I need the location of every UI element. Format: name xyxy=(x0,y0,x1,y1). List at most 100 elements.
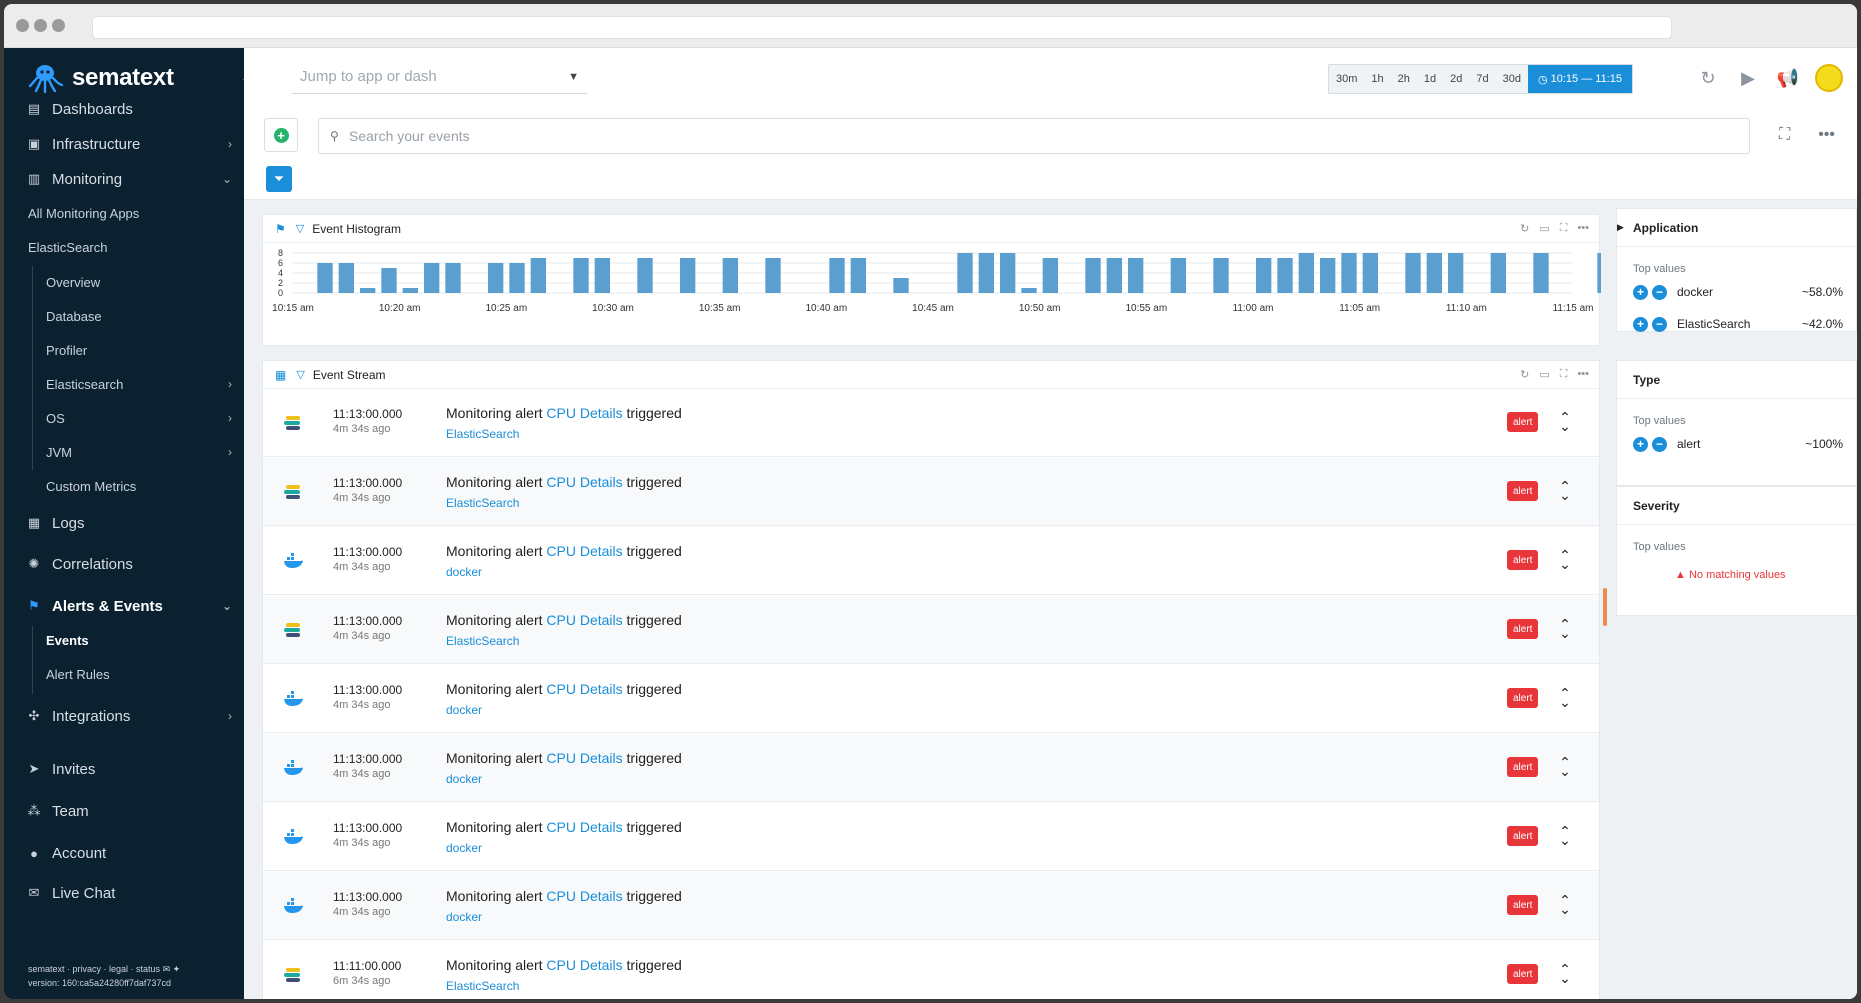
nav-invites[interactable]: ➤ Invites xyxy=(4,751,244,787)
histogram-bar[interactable] xyxy=(957,253,973,293)
event-title-link[interactable]: CPU Details xyxy=(546,543,622,559)
exclude-icon[interactable]: − xyxy=(1652,436,1667,452)
expand-row-icon[interactable]: ⌃ ⌄ xyxy=(1559,548,1571,571)
add-event-button[interactable]: + xyxy=(264,118,298,152)
include-icon[interactable]: + xyxy=(1633,436,1648,452)
expand-row-icon[interactable]: ⌃ ⌄ xyxy=(1559,755,1571,778)
histogram-bar[interactable] xyxy=(445,263,461,293)
minimize-icon[interactable]: ▭ xyxy=(1539,222,1549,235)
sidebar-item-database[interactable]: Database xyxy=(46,303,102,329)
play-icon[interactable]: ▶ xyxy=(1735,65,1761,91)
fullscreen-icon[interactable]: ⛶ xyxy=(1779,126,1790,144)
histogram-bar[interactable] xyxy=(1426,253,1443,293)
nav-logs[interactable]: ▦ Logs xyxy=(4,505,244,541)
nav-monitoring[interactable]: ▥ Monitoring ⌄ xyxy=(4,161,244,197)
include-icon[interactable]: + xyxy=(1633,316,1648,332)
event-title-link[interactable]: CPU Details xyxy=(546,819,622,835)
time-range-custom[interactable]: ◷ 10:15 — 11:15 xyxy=(1528,65,1632,93)
histogram-bar[interactable] xyxy=(317,263,333,293)
facet-header[interactable]: Severity xyxy=(1617,487,1856,525)
event-title-link[interactable]: CPU Details xyxy=(546,750,622,766)
event-app-link[interactable]: docker xyxy=(446,772,482,786)
expand-row-icon[interactable]: ⌃ ⌄ xyxy=(1559,410,1571,433)
more-icon[interactable]: ••• xyxy=(1818,126,1835,144)
facet-value-name[interactable]: alert xyxy=(1677,437,1700,451)
histogram-bar[interactable] xyxy=(722,258,739,293)
window-close-dot[interactable] xyxy=(16,19,29,32)
time-range-2d[interactable]: 2d xyxy=(1443,65,1469,93)
table-row[interactable]: 11:13:00.000 4m 34s ago Monitoring alert C… xyxy=(263,389,1599,457)
histogram-bar[interactable] xyxy=(1490,253,1507,293)
event-app-link[interactable]: ElasticSearch xyxy=(446,427,519,441)
table-row[interactable]: 11:13:00.000 4m 34s ago Monitoring alert C… xyxy=(263,872,1599,940)
window-maximize-dot[interactable] xyxy=(52,19,65,32)
filter-icon[interactable]: ▽ xyxy=(296,368,304,381)
event-title-link[interactable]: CPU Details xyxy=(546,405,622,421)
expand-row-icon[interactable]: ⌃ ⌄ xyxy=(1559,824,1571,847)
search-input[interactable]: ⚲ Search your events xyxy=(318,118,1750,154)
sidebar-item-custom-metrics[interactable]: Custom Metrics xyxy=(46,473,136,499)
histogram-bar[interactable] xyxy=(1597,253,1601,293)
nav-dashboards[interactable]: ▤ Dashboards xyxy=(4,91,244,127)
facet-value-name[interactable]: docker xyxy=(1677,285,1713,299)
histogram-bar[interactable] xyxy=(1127,258,1144,293)
twitter-icon[interactable]: ✦ xyxy=(173,964,181,974)
histogram-bar[interactable] xyxy=(893,278,909,293)
facet-header[interactable]: Type xyxy=(1617,361,1856,399)
table-row[interactable]: 11:13:00.000 4m 34s ago Monitoring alert C… xyxy=(263,527,1599,595)
histogram-bar[interactable] xyxy=(765,258,781,293)
event-title-link[interactable]: CPU Details xyxy=(546,474,622,490)
histogram-bar[interactable] xyxy=(1021,288,1037,293)
megaphone-icon[interactable]: 📢 xyxy=(1775,65,1801,91)
email-icon[interactable]: ✉ xyxy=(163,964,171,974)
sidebar-item-events[interactable]: Events xyxy=(46,627,89,653)
address-bar[interactable] xyxy=(92,16,1672,39)
event-app-link[interactable]: ElasticSearch xyxy=(446,634,519,648)
sidebar-item-elasticsearch[interactable]: Elasticsearch › xyxy=(46,371,244,397)
facet-header[interactable]: ▶ Application xyxy=(1617,209,1856,247)
expand-row-icon[interactable]: ⌃ ⌄ xyxy=(1559,479,1571,502)
time-range-2h[interactable]: 2h xyxy=(1391,65,1417,93)
event-title-link[interactable]: CPU Details xyxy=(546,681,622,697)
event-title-link[interactable]: CPU Details xyxy=(546,612,622,628)
histogram-bar[interactable] xyxy=(1341,253,1357,293)
histogram-bar[interactable] xyxy=(1106,258,1123,293)
avatar[interactable] xyxy=(1815,64,1843,92)
expand-row-icon[interactable]: ⌃ ⌄ xyxy=(1559,617,1571,640)
exclude-icon[interactable]: − xyxy=(1652,316,1667,332)
sidebar-item-os[interactable]: OS › xyxy=(46,405,244,431)
histogram-bar[interactable] xyxy=(978,253,995,293)
minimize-icon[interactable]: ▭ xyxy=(1539,368,1549,381)
footer-links[interactable]: sematext · privacy · legal · status ✉ ✦ xyxy=(28,962,180,976)
add-filter-button[interactable]: ⏷ xyxy=(266,166,292,192)
exclude-icon[interactable]: − xyxy=(1652,284,1667,300)
nav-team[interactable]: ⁂ Team xyxy=(4,793,244,829)
sidebar-item-profiler[interactable]: Profiler xyxy=(46,337,87,363)
histogram-bar[interactable] xyxy=(1170,258,1187,293)
refresh-icon[interactable]: ↻ xyxy=(1695,65,1721,91)
table-row[interactable]: 11:13:00.000 4m 34s ago Monitoring alert C… xyxy=(263,596,1599,664)
histogram-bar[interactable] xyxy=(1255,258,1272,293)
sidebar-item-all-monitoring-apps[interactable]: All Monitoring Apps xyxy=(28,200,139,226)
histogram-bar[interactable] xyxy=(573,258,589,293)
event-app-link[interactable]: docker xyxy=(446,910,482,924)
refresh-icon[interactable]: ↻ xyxy=(1520,368,1529,381)
histogram-bar[interactable] xyxy=(829,258,845,293)
table-row[interactable]: 11:11:00.000 6m 34s ago Monitoring alert C… xyxy=(263,941,1599,999)
histogram-bar[interactable] xyxy=(509,263,525,293)
histogram-bar[interactable] xyxy=(999,253,1016,293)
histogram-bar[interactable] xyxy=(1533,253,1549,293)
nav-correlations[interactable]: ✺ Correlations xyxy=(4,546,244,582)
nav-integrations[interactable]: ✣ Integrations › xyxy=(4,698,244,734)
event-app-link[interactable]: ElasticSearch xyxy=(446,496,519,510)
histogram-bar[interactable] xyxy=(1362,253,1379,293)
histogram-bar[interactable] xyxy=(1085,258,1101,293)
histogram-bar[interactable] xyxy=(1277,258,1293,293)
histogram-bar[interactable] xyxy=(423,263,440,293)
time-range-1d[interactable]: 1d xyxy=(1417,65,1443,93)
expand-icon[interactable]: ⛶ xyxy=(1560,222,1568,235)
histogram-bar[interactable] xyxy=(381,268,397,293)
expand-row-icon[interactable]: ⌃ ⌄ xyxy=(1559,962,1571,985)
nav-account[interactable]: ● Account xyxy=(4,835,244,871)
histogram-bar[interactable] xyxy=(1298,253,1315,293)
